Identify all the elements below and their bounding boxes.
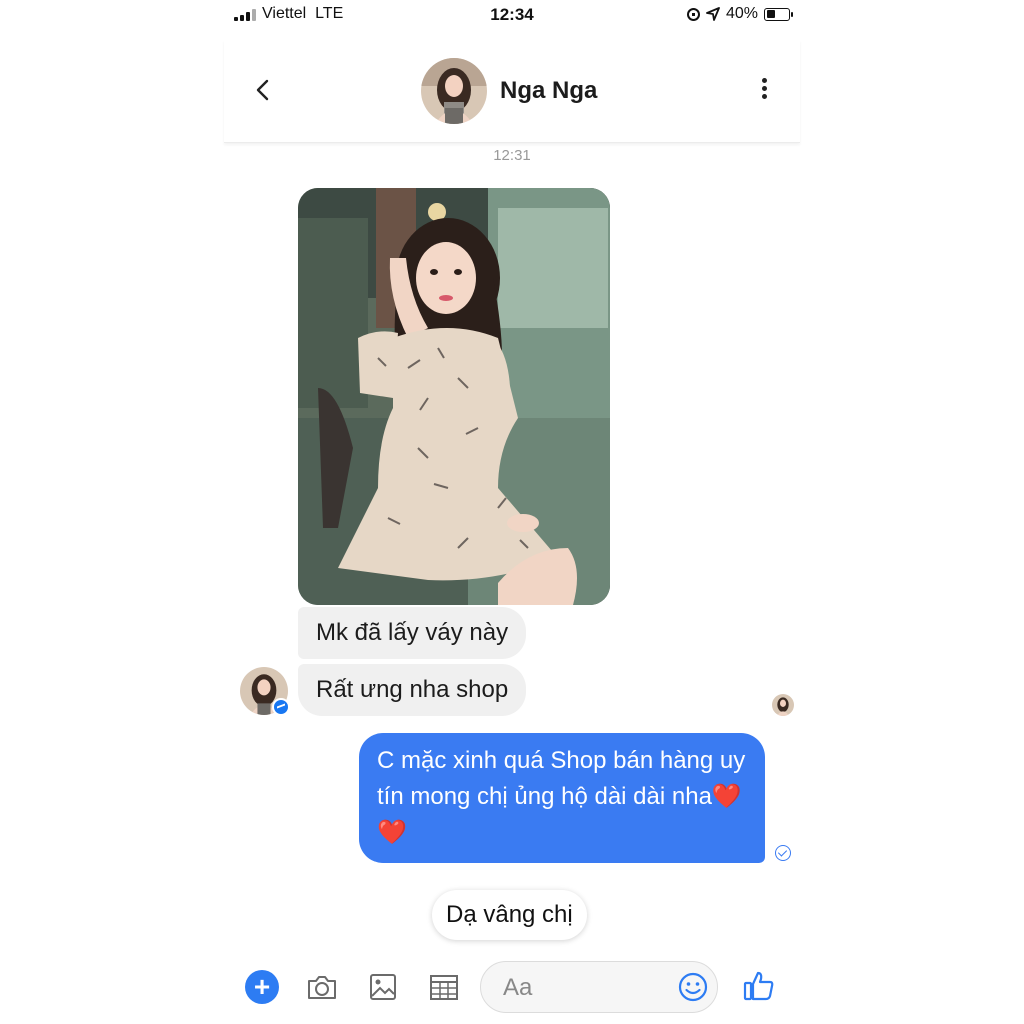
location-icon <box>706 7 720 21</box>
incoming-message[interactable]: Mk đã lấy váy này <box>298 607 527 659</box>
outgoing-message[interactable]: C mặc xinh quá Shop bán hàng uy tín mong… <box>359 733 765 863</box>
phone-screen: Viettel LTE 12:34 40% Nga Nga 12:31 Mk đ… <box>224 0 800 1024</box>
emoji-icon[interactable] <box>677 971 709 1003</box>
contact-avatar[interactable] <box>421 58 487 124</box>
message-input-wrapper <box>480 961 718 1013</box>
outgoing-message-text: C mặc xinh quá Shop bán hàng uy tín mong… <box>377 747 746 810</box>
battery-icon <box>764 7 793 21</box>
messenger-badge-icon <box>272 698 290 716</box>
grid-icon[interactable] <box>427 970 461 1004</box>
battery-percent: 40% <box>725 5 758 22</box>
quick-reply-chip[interactable]: Dạ vâng chị <box>432 890 587 940</box>
sent-check-icon <box>775 845 791 861</box>
status-right: 40% <box>686 5 793 23</box>
chat-header: Nga Nga <box>224 40 800 143</box>
incoming-message[interactable]: Rất ưng nha shop <box>298 664 527 716</box>
more-options-icon[interactable] <box>758 78 770 104</box>
status-bar: Viettel LTE 12:34 40% <box>224 0 800 30</box>
message-composer: + <box>224 955 800 1019</box>
like-icon[interactable] <box>742 969 776 1003</box>
camera-icon[interactable] <box>305 970 339 1004</box>
message-input[interactable] <box>501 972 665 1004</box>
photo-message[interactable] <box>298 188 610 605</box>
message-timestamp: 12:31 <box>493 147 531 164</box>
rotation-lock-icon <box>686 7 700 21</box>
plus-icon[interactable]: + <box>245 970 279 1004</box>
seen-indicator-avatar <box>772 694 794 716</box>
contact-name[interactable]: Nga Nga <box>500 77 597 105</box>
image-icon[interactable] <box>366 970 400 1004</box>
back-icon[interactable] <box>250 76 278 104</box>
